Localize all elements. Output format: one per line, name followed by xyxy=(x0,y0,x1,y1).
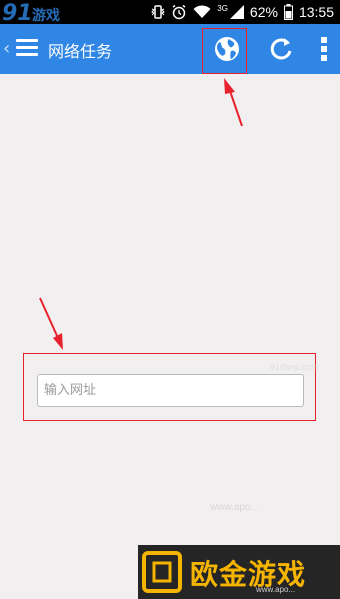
menu-icon[interactable] xyxy=(16,37,40,59)
network-type-label: 3G xyxy=(217,3,228,13)
page-title: 网络任务 xyxy=(48,42,113,61)
status-bar: 91 游戏 3G 62% 13:55 xyxy=(0,0,340,24)
back-chevron-icon[interactable]: ‹ xyxy=(3,38,10,59)
watermark-url: www.apo... xyxy=(256,585,296,594)
signal-icon xyxy=(229,5,244,19)
battery-icon xyxy=(283,4,293,20)
bottom-watermark: 欧金游戏 www.apo... xyxy=(138,545,340,599)
more-vert-icon[interactable] xyxy=(314,35,334,63)
clock-time: 13:55 xyxy=(298,4,334,20)
alarm-icon xyxy=(172,4,186,20)
arrow-to-globe xyxy=(224,78,243,127)
app-bar: ‹ 网络任务 xyxy=(0,24,340,74)
site-watermark-text: 91danji.com xyxy=(270,362,319,372)
status-icons: 3G 62% 13:55 xyxy=(151,0,334,24)
wifi-icon xyxy=(193,5,211,18)
vibrate-icon xyxy=(151,5,166,19)
url-input[interactable] xyxy=(37,374,304,407)
watermark-logo-icon xyxy=(142,551,182,593)
site-watermark-logo: 91 游戏 xyxy=(2,1,60,24)
arrow-to-input xyxy=(39,297,63,350)
faint-watermark-url: www.apo... xyxy=(210,502,259,513)
annotation-box-globe xyxy=(202,28,247,74)
annotation-arrows xyxy=(39,78,243,350)
refresh-icon[interactable] xyxy=(267,35,295,63)
svg-text:游戏: 游戏 xyxy=(32,7,60,24)
battery-percent: 62% xyxy=(249,4,278,20)
svg-text:91: 91 xyxy=(2,1,33,24)
